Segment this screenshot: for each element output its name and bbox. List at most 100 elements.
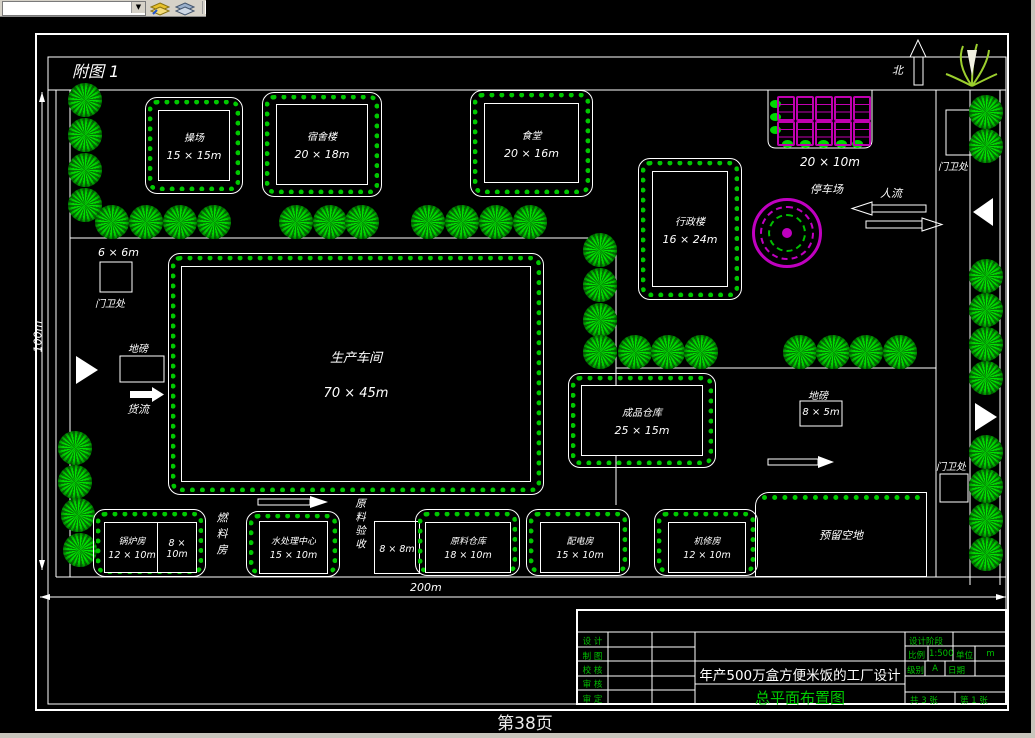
parking-dims-label: 20 × 10m xyxy=(800,155,860,169)
titleblock-scale-value: 1:500 xyxy=(929,649,954,659)
weighbridge-right-dims: 8 × 5m xyxy=(802,407,840,418)
building-name: 宿舍楼 xyxy=(307,132,337,143)
car-icon xyxy=(796,121,814,146)
building-boiler-group: 锅炉房 12 × 10m 8 × 10m xyxy=(93,509,206,577)
titleblock-scale-label: 比例 xyxy=(908,651,926,661)
titleblock-stage-label: 设计阶段 xyxy=(909,637,944,647)
building-name: 配电房 xyxy=(566,537,594,547)
layers-yellow-icon[interactable] xyxy=(149,1,171,16)
app-toolbar: ▼ xyxy=(0,0,206,17)
building-name: 操场 xyxy=(184,133,204,144)
titleblock-unit-label: 单位 xyxy=(956,651,974,661)
tree-icon xyxy=(651,335,685,369)
building-dims: 15 × 15m xyxy=(166,149,222,162)
building-dims: 70 × 45m xyxy=(323,386,389,401)
building-admin: 行政楼 16 × 24m xyxy=(638,158,742,300)
building-dims: 20 × 18m xyxy=(294,148,350,161)
tree-icon xyxy=(969,259,1003,293)
layers-blue-icon[interactable] xyxy=(174,1,196,16)
dim-width-label: 200m xyxy=(410,581,442,594)
gate-bottom-right-label: 门卫处 xyxy=(936,462,966,473)
gate-top-left-dims: 6 × 6m xyxy=(98,246,139,259)
tree-icon xyxy=(969,129,1003,163)
tree-icon xyxy=(969,361,1003,395)
building-water-treatment: 水处理中心 15 × 10m xyxy=(246,511,340,577)
titleblock-unit-value: m xyxy=(986,649,995,659)
titleblock-grade-label: 级别 xyxy=(907,666,925,676)
building-power-distribution: 配电房 15 × 10m xyxy=(526,509,630,576)
car-icon xyxy=(777,121,795,146)
page-footer: 第38页 xyxy=(497,714,553,734)
titleblock-date-label: 日期 xyxy=(948,666,966,676)
tree-icon xyxy=(969,435,1003,469)
weighbridge-right-label: 地磅 xyxy=(808,391,828,402)
tree-icon xyxy=(279,205,313,239)
project-title: 年产500万盒方便米饭的工厂设计 xyxy=(699,668,901,684)
parking-lot xyxy=(777,96,873,146)
weighbridge-left-label: 地磅 xyxy=(128,344,148,355)
tree-icon xyxy=(68,153,102,187)
titleblock-sign-draft: 制 图 xyxy=(582,652,603,662)
flower-bed-icon xyxy=(752,198,822,268)
tree-icon xyxy=(411,205,445,239)
building-canteen: 食堂 20 × 16m xyxy=(470,90,593,197)
parking-label: 停车场 xyxy=(810,183,843,196)
building-dims: 18 × 10m xyxy=(444,550,492,561)
dim-height-label: 100m xyxy=(31,320,45,353)
car-icon xyxy=(834,121,852,146)
tree-icon xyxy=(969,469,1003,503)
tree-icon xyxy=(883,335,917,369)
tree-icon xyxy=(583,303,617,337)
titleblock-sign-approve: 审 定 xyxy=(582,695,603,705)
tree-icon xyxy=(969,503,1003,537)
car-icon xyxy=(815,121,833,146)
titleblock-sheet-number: 第 1 张 xyxy=(960,696,988,706)
hedge-border xyxy=(762,495,920,500)
tree-icon xyxy=(849,335,883,369)
building-dims: 16 × 24m xyxy=(662,232,718,246)
building-finished-goods-warehouse: 成品仓库 25 × 15m xyxy=(568,373,716,468)
building-dims: 15 × 10m xyxy=(556,550,604,561)
tree-icon xyxy=(583,268,617,302)
reserved-land-area: 预留空地 xyxy=(755,492,927,577)
gate-top-right-label: 门卫处 xyxy=(938,162,968,173)
tree-icon xyxy=(68,118,102,152)
building-name: 水处理中心 xyxy=(270,537,316,547)
toolbar-divider xyxy=(202,1,206,14)
cad-application-window: ▼ 操场 15 × 15m 宿舍楼 20 × 18m 食堂 20 × 16m 行… xyxy=(0,0,1035,738)
titleblock-sign-check: 校 核 xyxy=(582,666,603,676)
building-dims: 8 × 10m xyxy=(166,538,188,560)
tree-icon xyxy=(969,327,1003,361)
tree-icon xyxy=(95,205,129,239)
building-name: 行政楼 xyxy=(675,216,705,228)
north-label: 北 xyxy=(892,64,903,77)
tree-icon xyxy=(445,205,479,239)
tree-icon xyxy=(345,205,379,239)
building-dims: 12 × 10m xyxy=(683,550,731,561)
car-icon xyxy=(853,96,871,121)
figure-label: 附图 1 xyxy=(72,62,120,81)
building-name: 食堂 xyxy=(521,130,542,142)
titleblock-grade-value: A xyxy=(932,664,938,674)
car-icon xyxy=(815,96,833,121)
combobox-dropdown-arrow-icon[interactable]: ▼ xyxy=(131,2,145,13)
building-dims: 15 × 10m xyxy=(269,550,318,561)
building-name: 机修房 xyxy=(693,537,721,547)
titleblock-sign-review: 审 核 xyxy=(582,680,603,690)
building-production-workshop: 生产车间 70 × 45m xyxy=(168,253,544,495)
fuel-room-label: 燃料房 xyxy=(215,512,228,560)
car-icon xyxy=(796,96,814,121)
car-icon xyxy=(834,96,852,121)
tree-icon xyxy=(969,95,1003,129)
layer-combobox[interactable]: ▼ xyxy=(2,1,146,16)
tree-icon xyxy=(61,498,95,532)
building-8x8: 8 × 8m xyxy=(374,521,420,574)
car-icon xyxy=(853,121,871,146)
building-name: 锅炉房 xyxy=(118,537,146,547)
tree-icon xyxy=(969,293,1003,327)
tree-icon xyxy=(58,465,92,499)
tree-icon xyxy=(583,233,617,267)
building-name: 成品仓库 xyxy=(622,408,662,419)
tree-icon xyxy=(63,533,97,567)
tree-icon xyxy=(816,335,850,369)
